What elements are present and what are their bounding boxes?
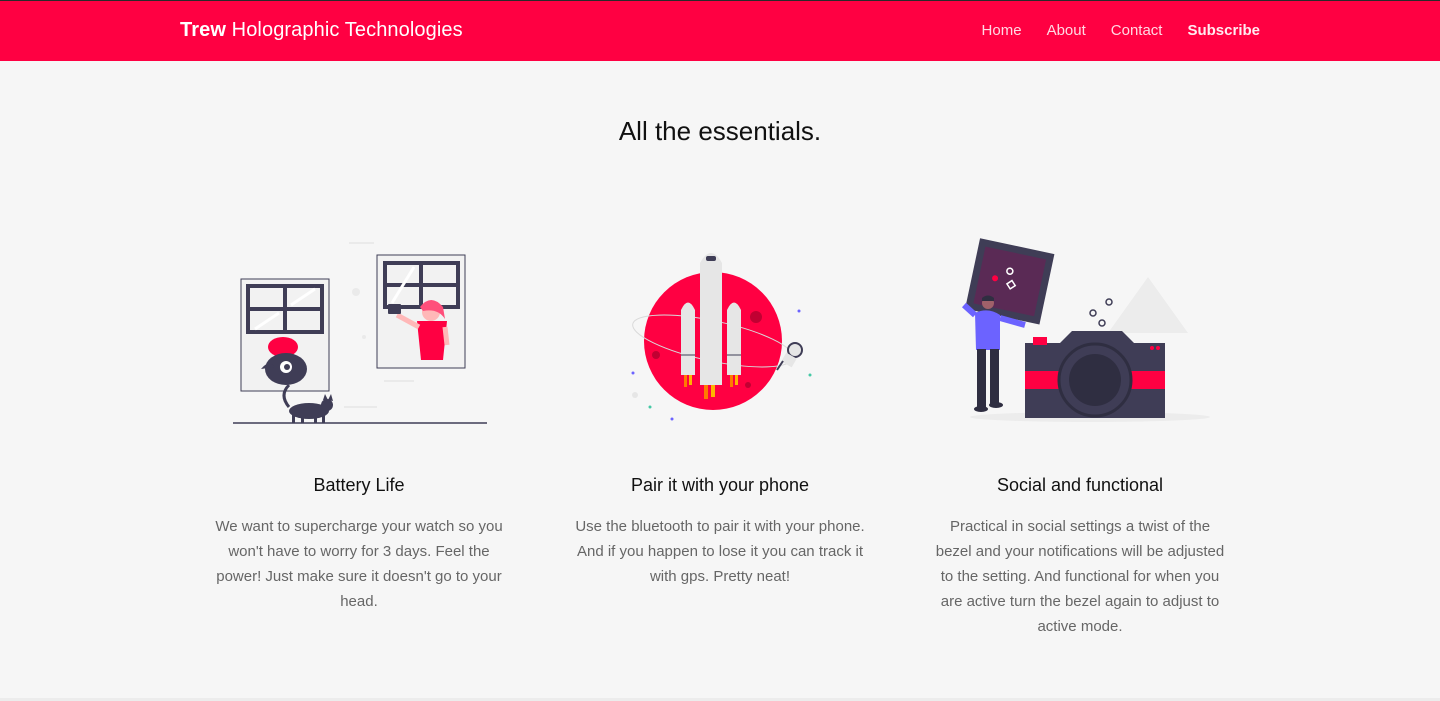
camera-photo-illustration bbox=[961, 238, 1210, 422]
top-navbar: Trew Holographic Technologies Home About… bbox=[0, 0, 1440, 61]
section-headline: All the essentials. bbox=[618, 116, 822, 146]
nav-link-contact[interactable]: Contact bbox=[1111, 22, 1163, 39]
windows-cat-illustration bbox=[233, 242, 487, 424]
brand-name-rest: Holographic Technologies bbox=[231, 19, 463, 41]
rocket-planet-illustration bbox=[631, 253, 812, 421]
nav-link-home[interactable]: Home bbox=[982, 22, 1022, 39]
feature-description: Practical in social settings a twist of … bbox=[935, 518, 1225, 635]
feature-card-battery: Battery Life We want to supercharge your… bbox=[209, 235, 509, 610]
nav-link-about[interactable]: About bbox=[1047, 22, 1086, 39]
feature-card-pairing: Pair it with your phone Use the bluetoot… bbox=[570, 235, 870, 585]
feature-title: Social and functional bbox=[996, 475, 1164, 495]
main-nav: Home About Contact Subscribe bbox=[982, 22, 1260, 39]
feature-description: We want to supercharge your watch so you… bbox=[215, 518, 503, 610]
nav-link-subscribe[interactable]: Subscribe bbox=[1187, 22, 1260, 39]
brand-logo[interactable]: Trew Holographic Technologies bbox=[180, 19, 463, 42]
brand-name-bold: Trew bbox=[180, 19, 226, 41]
feature-description: Use the bluetooth to pair it with your p… bbox=[575, 518, 865, 585]
feature-title: Battery Life bbox=[313, 475, 405, 495]
feature-card-social: Social and functional Practical in socia… bbox=[930, 235, 1230, 635]
feature-title: Pair it with your phone bbox=[630, 475, 810, 495]
